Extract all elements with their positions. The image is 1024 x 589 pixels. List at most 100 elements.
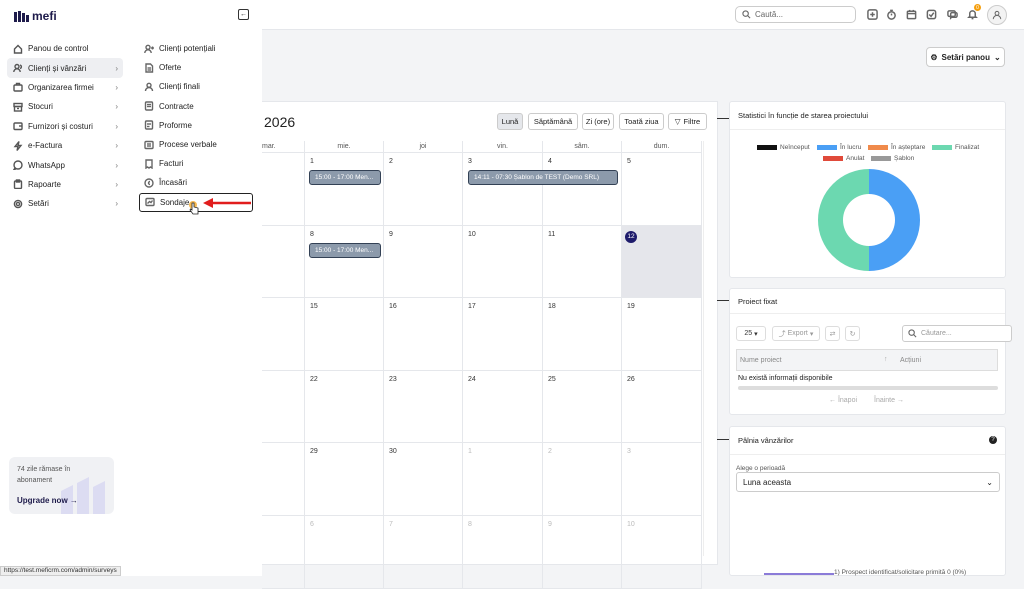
calendar-day-cell[interactable]: 30	[384, 443, 463, 516]
drag-handle[interactable]	[717, 118, 729, 119]
donut-slice-În lucru[interactable]	[869, 169, 920, 271]
add-icon[interactable]	[866, 8, 878, 20]
global-search-input[interactable]: Caută...	[735, 6, 856, 23]
submenu-item-1[interactable]: Oferte	[139, 58, 253, 77]
sidebar-item-8[interactable]: Setări ›	[7, 194, 123, 213]
sidebar-item-2[interactable]: Organizarea firmei ›	[7, 78, 123, 97]
submenu-item-7[interactable]: Încasări	[139, 173, 253, 192]
sidebar-item-3[interactable]: Stocuri ›	[7, 97, 123, 116]
timer-icon[interactable]	[885, 8, 897, 20]
calendar-day-cell[interactable]: 8	[463, 516, 543, 589]
submenu-item-2[interactable]: Clienți finali	[139, 77, 253, 96]
next-page-button[interactable]: Înainte →	[874, 397, 904, 404]
calendar-day-cell[interactable]: 1	[305, 153, 384, 226]
legend-item-not-started[interactable]: Neînceput	[757, 144, 810, 151]
refresh-button[interactable]: ↻	[845, 326, 860, 341]
column-project-name[interactable]: Nume proiect	[740, 357, 782, 364]
legend-item-template[interactable]: Șablon	[871, 155, 914, 162]
calendar-day-cell[interactable]: 3	[463, 153, 543, 226]
calendar-day-cell[interactable]	[262, 443, 305, 516]
submenu-item-5[interactable]: Procese verbale	[139, 135, 253, 154]
sidebar-item-4[interactable]: Furnizori și costuri ›	[7, 117, 123, 136]
table-horizontal-scrollbar[interactable]	[738, 386, 998, 390]
calendar-day-cell[interactable]: 9	[543, 516, 622, 589]
calendar-scrollbar[interactable]	[703, 141, 709, 556]
calendar-icon[interactable]	[905, 8, 917, 20]
dashboard-settings-button[interactable]: ⚙ Setări panou ⌄	[926, 47, 1005, 67]
sidebar-item-7[interactable]: Rapoarte ›	[7, 175, 123, 194]
submenu-item-6[interactable]: Facturi	[139, 154, 253, 173]
calendar-day-cell[interactable]: 19	[622, 298, 702, 371]
logo-icon	[14, 10, 29, 22]
calendar-event[interactable]: 15:00 - 17:00 Men...	[309, 243, 381, 258]
user-avatar[interactable]	[987, 5, 1007, 25]
calendar-day-cell[interactable]: 17	[463, 298, 543, 371]
calendar-day-cell[interactable]: 1	[463, 443, 543, 516]
calendar-event[interactable]: 14:11 - 07:30 Șablon de TEST (Demo SRL)	[468, 170, 618, 185]
calendar-day-cell[interactable]: 6	[305, 516, 384, 589]
calendar-day-cell[interactable]: 26	[622, 371, 702, 443]
view-month-button[interactable]: Lună	[497, 113, 523, 130]
prev-page-button[interactable]: ← Înapoi	[829, 397, 857, 404]
legend-item-in-progress[interactable]: În lucru	[817, 144, 861, 151]
calendar-day-cell[interactable]: 8	[305, 226, 384, 298]
filters-button[interactable]: ▽ Filtre	[668, 113, 707, 130]
calendar-day-cell[interactable]: 18	[543, 298, 622, 371]
calendar-day-cell[interactable]: 4	[543, 153, 622, 226]
calendar-day-cell[interactable]: 10	[463, 226, 543, 298]
page-size-select[interactable]: 25 ▾	[736, 326, 766, 341]
calendar-day-cell[interactable]: 11	[543, 226, 622, 298]
submenu-item-4[interactable]: Proforme	[139, 116, 253, 135]
tasks-icon[interactable]	[925, 8, 937, 20]
calendar-day-cell[interactable]: 25	[543, 371, 622, 443]
sidebar-item-6[interactable]: WhatsApp ›	[7, 155, 123, 174]
day-number: 18	[548, 303, 556, 310]
calendar-day-cell[interactable]	[262, 371, 305, 443]
calendar-day-cell[interactable]	[262, 153, 305, 226]
day-header: mie.	[305, 141, 384, 153]
view-day-button[interactable]: Zi (ore)	[582, 113, 614, 130]
legend-item-finished[interactable]: Finalizat	[932, 144, 979, 151]
table-search-input[interactable]: Căutare...	[902, 325, 1012, 342]
calendar-day-cell[interactable]	[262, 226, 305, 298]
help-icon[interactable]: ?	[989, 436, 997, 444]
sidebar-item-5[interactable]: e-Factura ›	[7, 136, 123, 155]
period-select[interactable]: Luna aceasta ⌄	[736, 472, 1000, 492]
export-button[interactable]: ⤴ Export ▾	[772, 326, 820, 341]
calendar-day-cell[interactable]	[262, 298, 305, 371]
calendar-day-cell[interactable]: 22	[305, 371, 384, 443]
calendar-day-cell[interactable]: 12	[622, 226, 702, 298]
calendar-day-cell[interactable]: 23	[384, 371, 463, 443]
calendar-day-cell[interactable]: 15	[305, 298, 384, 371]
calendar-day-cell[interactable]: 24	[463, 371, 543, 443]
calendar-day-cell[interactable]: 9	[384, 226, 463, 298]
collapse-sidebar-icon[interactable]: ←	[238, 9, 249, 20]
calendar-day-cell[interactable]	[262, 516, 305, 589]
view-allday-button[interactable]: Toată ziua	[619, 113, 664, 130]
submenu-item-0[interactable]: Clienți potențiali	[139, 39, 253, 58]
app-logo[interactable]: mefi	[14, 9, 57, 23]
calendar-day-cell[interactable]: 3	[622, 443, 702, 516]
donut-slice-Finalizat[interactable]	[818, 169, 869, 271]
calendar-day-cell[interactable]: 29	[305, 443, 384, 516]
upgrade-now-link[interactable]: Upgrade now →	[17, 496, 78, 505]
legend-item-canceled[interactable]: Anulat	[823, 155, 864, 162]
sort-icon[interactable]: ↑	[884, 356, 888, 363]
drag-handle[interactable]	[717, 300, 729, 301]
sidebar-item-1[interactable]: Clienți și vânzări ›	[7, 58, 123, 78]
sidebar-item-0[interactable]: Panou de control	[7, 39, 123, 58]
columns-button[interactable]: ⇄	[825, 326, 840, 341]
calendar-day-cell[interactable]: 7	[384, 516, 463, 589]
chat-icon[interactable]	[946, 8, 958, 20]
calendar-event[interactable]: 15:00 - 17:00 Men...	[309, 170, 381, 185]
drag-handle[interactable]	[717, 439, 729, 440]
calendar-day-cell[interactable]: 16	[384, 298, 463, 371]
view-week-button[interactable]: Săptămână	[528, 113, 578, 130]
calendar-day-cell[interactable]: 2	[543, 443, 622, 516]
calendar-day-cell[interactable]: 2	[384, 153, 463, 226]
calendar-day-cell[interactable]: 10	[622, 516, 702, 589]
legend-item-waiting[interactable]: În așteptare	[868, 144, 925, 151]
calendar-day-cell[interactable]: 5	[622, 153, 702, 226]
submenu-item-3[interactable]: Contracte	[139, 97, 253, 116]
notification-bell-icon[interactable]: 0	[966, 4, 981, 20]
